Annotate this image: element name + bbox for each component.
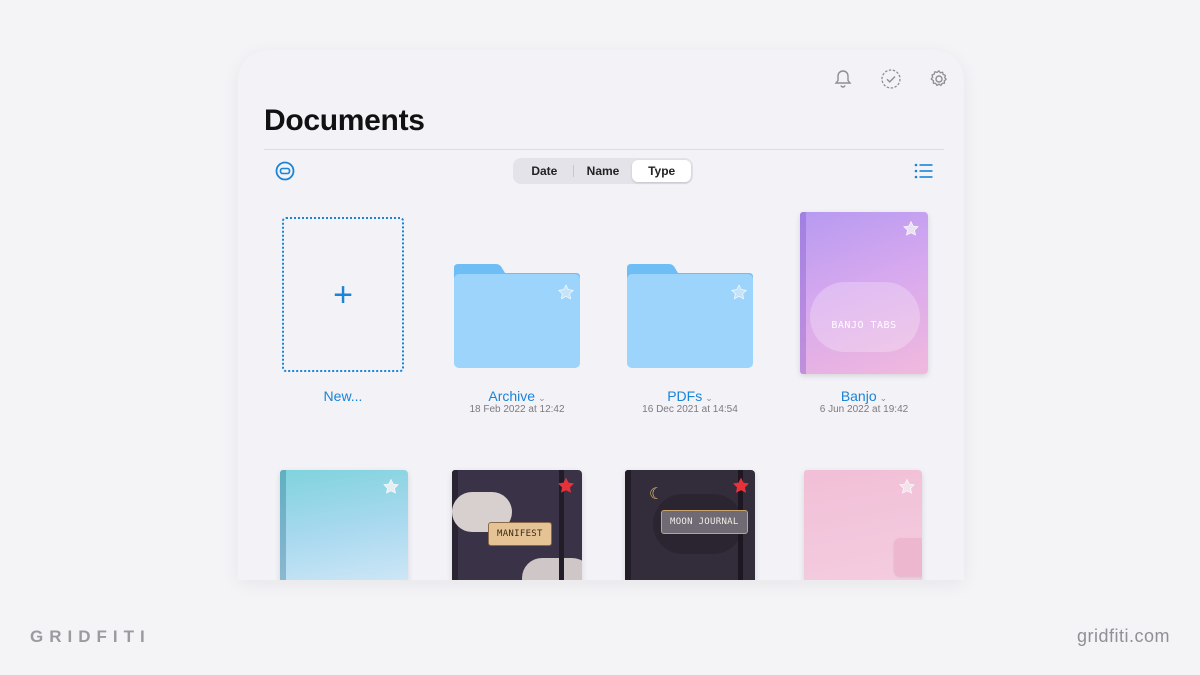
list-view-icon[interactable] — [914, 163, 934, 179]
gear-icon[interactable] — [928, 68, 950, 90]
notebook-cover[interactable] — [280, 470, 408, 580]
notebook-cover[interactable] — [804, 470, 922, 580]
folder-label-archive[interactable]: Archive ⌄ — [432, 388, 602, 404]
notebook-cover-manifest[interactable]: MANIFEST — [452, 470, 582, 580]
chevron-down-icon: ⌄ — [705, 393, 713, 403]
plus-icon: + — [333, 275, 353, 314]
folder-icon[interactable] — [627, 260, 753, 368]
new-document-label[interactable]: New... — [258, 388, 428, 404]
notebook-date-banjo: 6 Jun 2022 at 19:42 — [819, 404, 909, 415]
folder-label-pdfs[interactable]: PDFs ⌄ — [605, 388, 775, 404]
chevron-down-icon: ⌄ — [879, 393, 888, 403]
star-icon[interactable] — [556, 476, 576, 496]
sort-segmented-control: Date Name Type — [513, 158, 693, 184]
brand-logo-right: gridfiti.com — [1076, 626, 1170, 646]
notebook-cover-title: MANIFEST — [488, 522, 552, 546]
notebook-cover-title: MOON JOURNAL — [661, 510, 748, 534]
star-icon[interactable] — [382, 478, 400, 496]
divider — [264, 149, 944, 150]
star-icon[interactable] — [731, 476, 751, 496]
clasp — [894, 538, 922, 576]
notebook-spine — [800, 212, 806, 374]
notebook-spine — [625, 470, 631, 580]
star-icon[interactable] — [898, 478, 916, 496]
sort-option-date[interactable]: Date — [515, 160, 574, 182]
notebook-label-banjo[interactable]: Banjo ⌄ — [779, 388, 949, 404]
notebook-spine — [280, 470, 286, 580]
bell-icon[interactable] — [832, 68, 854, 90]
star-icon[interactable] — [902, 220, 920, 238]
chevron-down-icon: ⌄ — [538, 393, 546, 403]
new-document-button[interactable]: + — [282, 217, 404, 372]
documents-window: Documents Date Name Type + New... Archiv… — [238, 50, 964, 580]
notebook-cover-title: BANJO TABS — [831, 320, 897, 331]
select-icon[interactable] — [274, 160, 296, 182]
cloud-shape — [522, 558, 582, 580]
brand-logo-left: GRIDFITI — [30, 627, 151, 646]
cloud-shape — [810, 282, 920, 352]
checkmark-circle-icon[interactable] — [880, 68, 902, 90]
folder-icon[interactable] — [454, 260, 580, 368]
folder-date-pdfs: 16 Dec 2021 at 14:54 — [642, 404, 738, 415]
notebook-cover-moon-journal[interactable]: ☾ MOON JOURNAL — [625, 470, 755, 580]
moon-icon: ☾ — [649, 486, 664, 503]
top-toolbar — [832, 68, 950, 90]
notebook-cover-banjo[interactable]: BANJO TABS — [800, 212, 928, 374]
page-title: Documents — [264, 104, 425, 137]
sort-option-type[interactable]: Type — [632, 160, 692, 182]
sort-option-name[interactable]: Name — [574, 160, 633, 182]
folder-date-archive: 18 Feb 2022 at 12:42 — [469, 404, 565, 415]
